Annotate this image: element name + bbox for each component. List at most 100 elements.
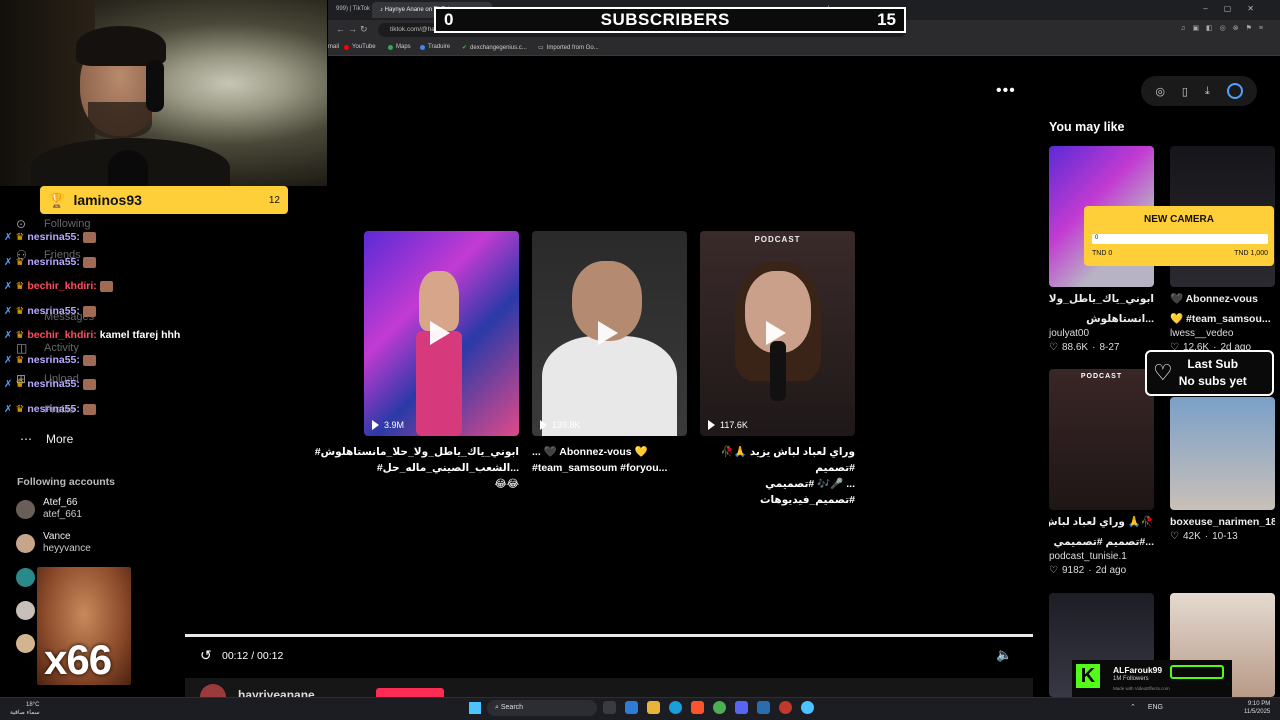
taskbar-search[interactable]: ⌕ Search	[487, 700, 597, 716]
sidebar-more[interactable]: ⋯ More	[20, 432, 73, 446]
bookmark-imported[interactable]: ▭ Imported from Go...	[538, 44, 599, 52]
bookmark-maps[interactable]: Maps	[388, 44, 411, 50]
play-icon[interactable]	[766, 321, 786, 345]
window-controls[interactable]: –▢✕	[1203, 4, 1270, 13]
extension-icons[interactable]: ♫▣◧◎⊗⚑≡	[1180, 24, 1270, 32]
video-thumbnail[interactable]: PODCAST 117.6K	[700, 231, 855, 436]
card-caption: ابوني_ياك_ياطل_ولا_حلا_م#	[1049, 293, 1154, 305]
play-small-icon	[708, 420, 715, 430]
card-meta: ♡ 88.6K · 8-27	[1049, 341, 1154, 355]
check-icon: ✔	[462, 45, 468, 51]
views-text: 139.8K	[552, 420, 581, 430]
video-caption[interactable]: ابوني_ياك_ياطل_ولا_حلا_مانستاهلوش# ...ال…	[314, 444, 519, 492]
play-small-icon	[540, 420, 547, 430]
card-user[interactable]: lwess__vedeo	[1170, 327, 1275, 341]
app-icon[interactable]	[801, 701, 814, 714]
chat-username[interactable]: nesrina55:	[27, 354, 80, 366]
record-icon[interactable]	[1226, 83, 1243, 99]
video-thumbnail[interactable]: 3.9M	[364, 231, 519, 436]
avatar[interactable]	[16, 634, 35, 653]
sidebar-item-following[interactable]: Following	[44, 218, 90, 230]
views-text: 117.6K	[720, 420, 748, 430]
chat-username[interactable]: bechir_khdiri:	[27, 280, 96, 292]
task-view-icon[interactable]	[603, 701, 616, 714]
bookmark-mail[interactable]: mail	[328, 44, 339, 50]
likes: 9182	[1061, 565, 1085, 576]
more-options-icon[interactable]: •••	[996, 82, 1016, 100]
card-caption: 💛 #team_samsou...	[1170, 313, 1271, 325]
related-video-card[interactable]: PODCAST 117.6K وراي لعباد لباش يزيد 🙏🥀 #…	[700, 231, 855, 508]
chat-username[interactable]: nesrina55:	[27, 403, 80, 415]
activity-icon[interactable]: ◫	[16, 341, 27, 355]
video-thumbnail[interactable]: PODCAST	[1049, 369, 1154, 510]
video-thumbnail[interactable]	[1170, 397, 1275, 510]
related-video-card[interactable]: 139.8K ... 🖤 Abonnez-vous 💛 #team_samsou…	[532, 231, 687, 476]
youtube-icon	[344, 44, 349, 50]
chrome-icon[interactable]	[713, 701, 726, 714]
moderator-badge-icon: ✗	[4, 231, 13, 243]
recommended-video-card[interactable]: PODCAST 🥀🙏 وراي لعباد لباش يزيد ...#تصمي…	[1049, 369, 1154, 578]
avatar[interactable]	[16, 568, 35, 587]
chat-username[interactable]: nesrina55:	[27, 305, 80, 317]
card-user[interactable]: podcast_tunisie.1	[1049, 550, 1154, 564]
caption-line: وراي لعباد لباش يزيد 🙏🥀 #تصميم	[720, 446, 855, 474]
chat-username[interactable]: bechir_khdiri:	[27, 329, 96, 341]
video-thumbnail[interactable]: 139.8K	[532, 231, 687, 436]
meta-sep: ·	[1204, 531, 1209, 542]
forward-icon[interactable]: →	[348, 24, 357, 34]
related-video-card[interactable]: 3.9M ابوني_ياك_ياطل_ولا_حلا_مانستاهلوش# …	[314, 231, 519, 492]
file-explorer-icon[interactable]	[647, 701, 660, 714]
sidebar-item-activity[interactable]: Activity	[44, 342, 79, 354]
discord-icon[interactable]	[735, 701, 748, 714]
chat-emote-image	[82, 378, 96, 390]
download-icon[interactable]: ⤓	[1205, 85, 1210, 98]
weather-widget[interactable]: 18°C سماء صافية	[10, 701, 40, 717]
back-icon[interactable]: ←	[336, 24, 345, 34]
following-account[interactable]: Atef_66 atef_661	[16, 497, 82, 521]
tab-label: 999) | TikTok	[336, 6, 370, 12]
following-account[interactable]: Vance heyyvance	[16, 531, 91, 555]
video-caption[interactable]: ... 🖤 Abonnez-vous 💛 #team_samsoum #fory…	[532, 444, 687, 476]
recommended-video-card[interactable]: boxeuse_narimen_18 ♡ 42K · 10-13	[1170, 397, 1275, 544]
chat-username[interactable]: nesrina55:	[27, 378, 80, 390]
language-indicator: ENG	[1147, 704, 1163, 711]
play-icon[interactable]	[598, 321, 618, 345]
chat-message: ✗ ♛ nesrina55:	[4, 305, 96, 317]
chat-username[interactable]: nesrina55:	[27, 231, 80, 243]
video-caption[interactable]: وراي لعباد لباش يزيد 🙏🥀 #تصميم ... 🎤🎶 #ت…	[700, 444, 855, 508]
date: 2d ago	[1095, 565, 1127, 576]
video-time: 00:12 / 00:12	[222, 650, 284, 662]
card-user[interactable]: joulyat00	[1049, 327, 1154, 341]
account-handle: heyyvance	[43, 543, 91, 554]
windows-start-icon[interactable]	[469, 702, 481, 714]
avatar[interactable]	[16, 601, 35, 620]
bookmark-traduire[interactable]: Traduire	[420, 44, 450, 50]
volume-icon[interactable]: 🔈	[996, 647, 1012, 663]
reload-icon[interactable]: ↻	[360, 24, 368, 35]
caption-line: ... 🖤 Abonnez-vous 💛	[532, 446, 648, 458]
camera-goal-widget: NEW CAMERA 0 TND 0 TND 1,000	[1084, 206, 1274, 266]
chat-emote-image	[82, 305, 96, 317]
bookmark-dexchange[interactable]: ✔ dexchangegenius.c...	[462, 44, 527, 52]
following-icon[interactable]: ⊙	[16, 217, 26, 231]
edge-icon[interactable]	[669, 701, 682, 714]
phone-icon[interactable]: ▯	[1182, 85, 1188, 98]
chat-message: ✗ ♛ nesrina55:	[4, 378, 96, 390]
browser-tab[interactable]: 999) | TikTok	[328, 2, 378, 18]
bookmarks-bar: mail YouTube Maps Traduire ✔ dexchangegen…	[328, 40, 1280, 56]
compass-icon[interactable]: ◎	[1155, 85, 1165, 98]
copilot-icon[interactable]	[625, 701, 638, 714]
chat-emote-image	[82, 403, 96, 415]
system-tray[interactable]: ⌃ ENG	[1130, 703, 1163, 711]
obs-icon[interactable]	[779, 701, 792, 714]
bookmark-youtube[interactable]: YouTube	[344, 44, 376, 50]
chat-username[interactable]: nesrina55:	[27, 256, 80, 268]
clock[interactable]: 9:10 PM 11/5/2025	[1244, 700, 1270, 716]
play-icon[interactable]	[430, 321, 450, 345]
caption-line: ابوني_ياك_ياطل_ولا_حلا_مانستاهلوش#	[314, 446, 519, 458]
video-progress-bar[interactable]	[185, 634, 1033, 637]
replay-icon[interactable]: ↺	[200, 647, 212, 664]
app-icon[interactable]	[757, 701, 770, 714]
brave-icon[interactable]	[691, 701, 704, 714]
card-caption: 🖤 Abonnez-vous	[1170, 293, 1258, 305]
